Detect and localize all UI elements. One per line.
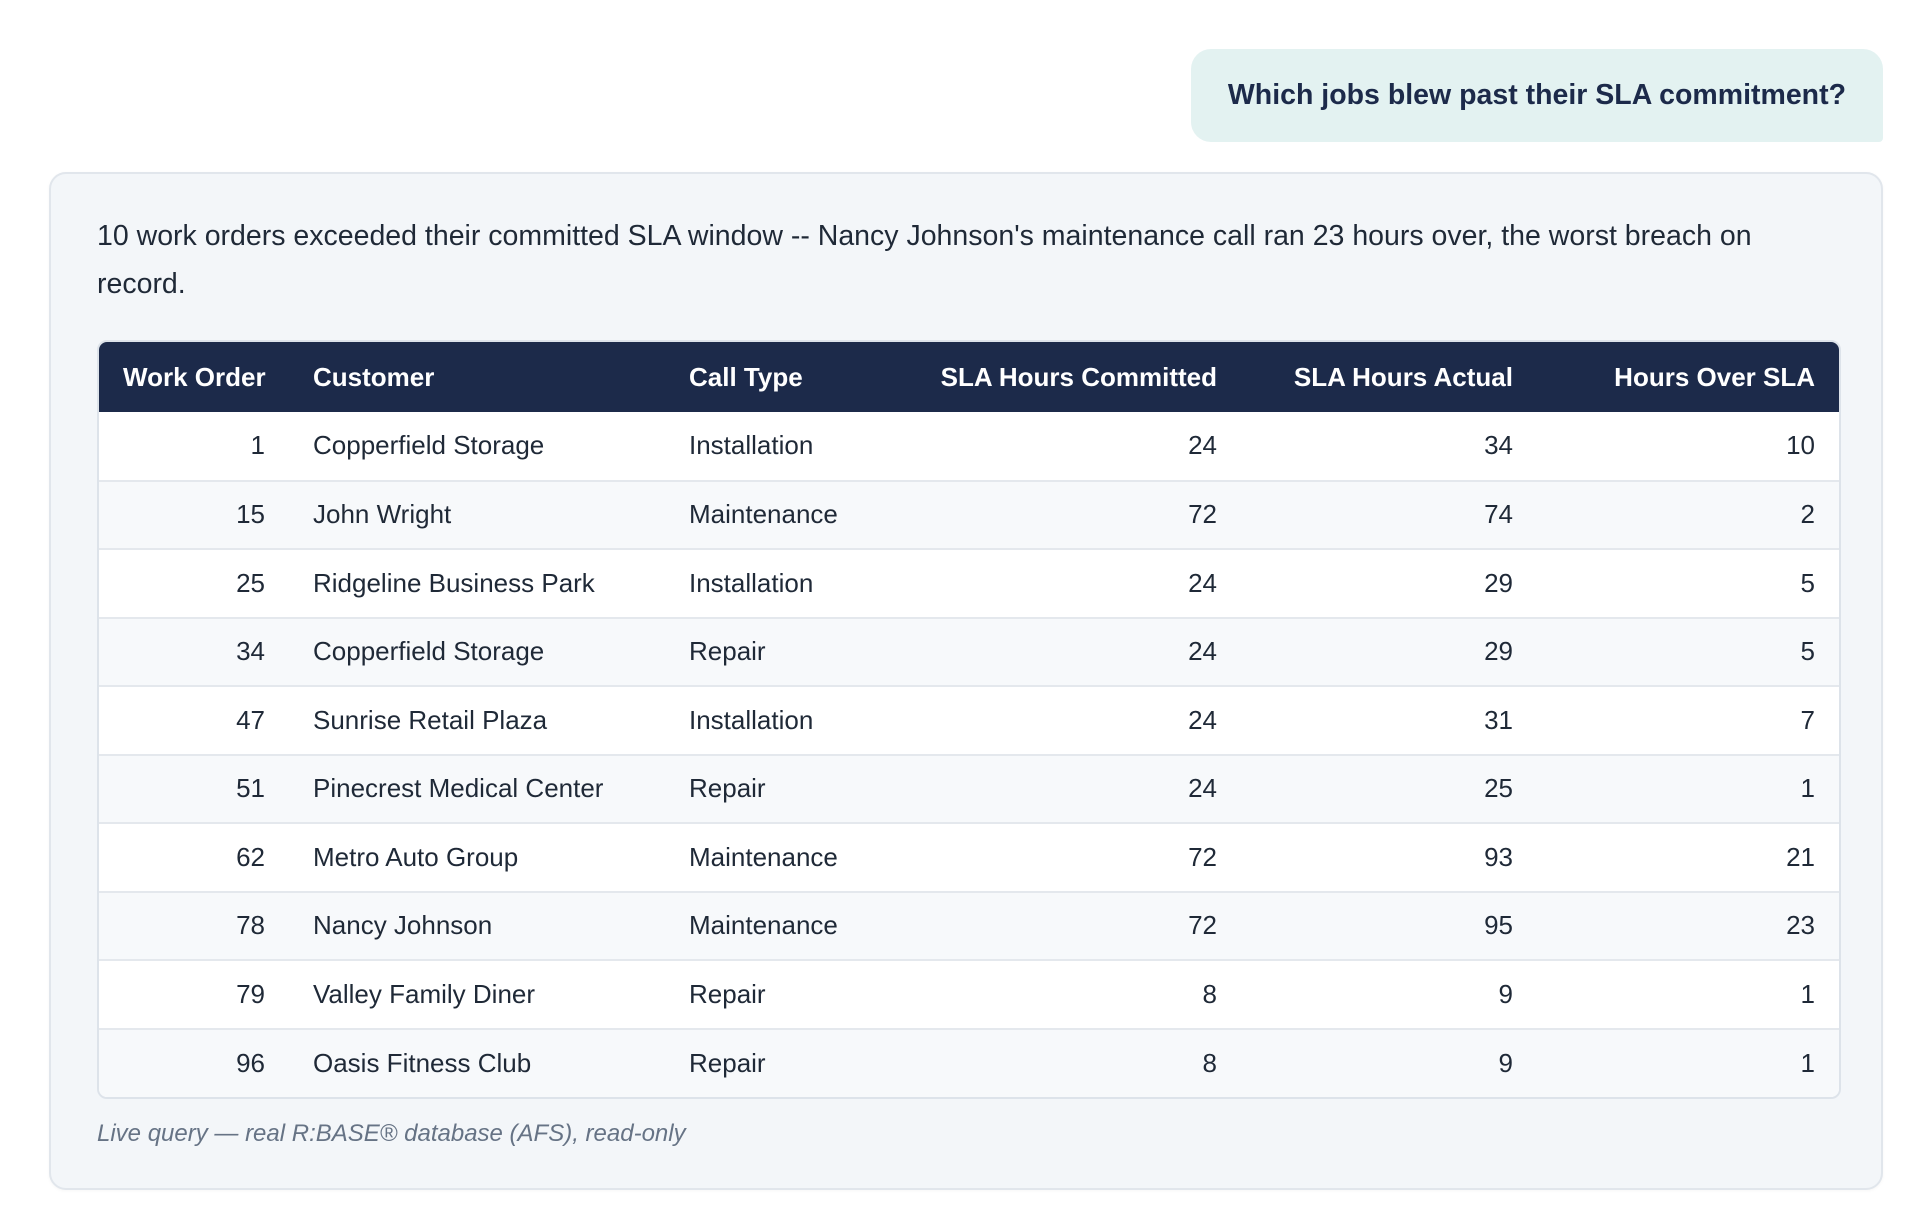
cell-sla-actual: 9 (1498, 1047, 1513, 1078)
cell-sla-committed: 72 (1188, 910, 1217, 941)
cell-hours-over: 1 (1800, 1047, 1815, 1078)
table-row: 34 Copperfield Storage Repair 24 29 5 (99, 617, 1839, 686)
data-source-footnote: Live query — real R:BASE® database (AFS)… (97, 1120, 686, 1147)
cell-hours-over: 7 (1800, 704, 1815, 735)
header-sla-hours-actual[interactable]: SLA Hours Actual (1241, 342, 1537, 412)
answer-summary: 10 work orders exceeded their committed … (97, 220, 1752, 300)
header-hours-over-sla[interactable]: Hours Over SLA (1537, 342, 1839, 412)
header-sla-hours-committed[interactable]: SLA Hours Committed (905, 342, 1241, 412)
cell-call-type: Maintenance (689, 910, 838, 941)
cell-sla-committed: 24 (1188, 567, 1217, 598)
results-table: Work Order Customer Call Type SLA Hours … (99, 342, 1839, 1097)
cell-hours-over: 1 (1800, 773, 1815, 804)
cell-work-order: 1 (250, 430, 265, 461)
cell-customer: John Wright (313, 499, 452, 530)
results-table-container: Work Order Customer Call Type SLA Hours … (97, 340, 1841, 1099)
cell-customer: Oasis Fitness Club (313, 1047, 532, 1078)
cell-sla-actual: 31 (1484, 704, 1513, 735)
cell-customer: Copperfield Storage (313, 430, 545, 461)
cell-customer: Pinecrest Medical Center (313, 773, 604, 804)
cell-customer: Copperfield Storage (313, 636, 545, 667)
chat-page: Which jobs blew past their SLA commitmen… (0, 0, 1920, 1232)
header-customer[interactable]: Customer (289, 342, 665, 412)
cell-sla-actual: 93 (1484, 841, 1513, 872)
cell-work-order: 78 (236, 910, 265, 941)
cell-work-order: 51 (236, 773, 265, 804)
table-row: 96 Oasis Fitness Club Repair 8 9 1 (99, 1028, 1839, 1097)
cell-work-order: 15 (236, 499, 265, 530)
cell-sla-actual: 95 (1484, 910, 1513, 941)
cell-sla-committed: 72 (1188, 841, 1217, 872)
table-row: 1 Copperfield Storage Installation 24 34… (99, 412, 1839, 481)
cell-sla-actual: 29 (1484, 567, 1513, 598)
cell-work-order: 79 (236, 978, 265, 1009)
header-work-order[interactable]: Work Order (99, 342, 289, 412)
table-row: 78 Nancy Johnson Maintenance 72 95 23 (99, 891, 1839, 960)
user-message-text: Which jobs blew past their SLA commitmen… (1227, 79, 1846, 111)
cell-call-type: Installation (689, 704, 814, 735)
cell-hours-over: 5 (1800, 567, 1815, 598)
table-header-row: Work Order Customer Call Type SLA Hours … (99, 342, 1839, 412)
cell-work-order: 34 (236, 636, 265, 667)
cell-customer: Sunrise Retail Plaza (313, 704, 548, 735)
cell-call-type: Installation (689, 567, 814, 598)
table-row: 25 Ridgeline Business Park Installation … (99, 549, 1839, 618)
table-row: 51 Pinecrest Medical Center Repair 24 25… (99, 754, 1839, 823)
header-call-type[interactable]: Call Type (665, 342, 905, 412)
table-row: 79 Valley Family Diner Repair 8 9 1 (99, 960, 1839, 1029)
cell-sla-actual: 9 (1498, 978, 1513, 1009)
cell-customer: Nancy Johnson (313, 910, 493, 941)
assistant-answer-card: 10 work orders exceeded their committed … (49, 172, 1883, 1190)
cell-call-type: Maintenance (689, 841, 838, 872)
cell-work-order: 62 (236, 841, 265, 872)
cell-sla-actual: 34 (1484, 430, 1513, 461)
cell-hours-over: 23 (1786, 910, 1815, 941)
user-message-bubble: Which jobs blew past their SLA commitmen… (1190, 49, 1883, 142)
cell-sla-committed: 72 (1188, 499, 1217, 530)
cell-call-type: Repair (689, 773, 766, 804)
cell-sla-actual: 29 (1484, 636, 1513, 667)
cell-call-type: Maintenance (689, 499, 838, 530)
cell-sla-committed: 24 (1188, 704, 1217, 735)
cell-sla-committed: 8 (1202, 1047, 1217, 1078)
cell-work-order: 96 (236, 1047, 265, 1078)
cell-sla-committed: 24 (1188, 773, 1217, 804)
cell-hours-over: 10 (1786, 430, 1815, 461)
table-row: 62 Metro Auto Group Maintenance 72 93 21 (99, 823, 1839, 892)
cell-hours-over: 1 (1800, 978, 1815, 1009)
cell-customer: Valley Family Diner (313, 978, 536, 1009)
cell-sla-committed: 8 (1202, 978, 1217, 1009)
cell-sla-committed: 24 (1188, 430, 1217, 461)
table-row: 15 John Wright Maintenance 72 74 2 (99, 480, 1839, 549)
cell-work-order: 25 (236, 567, 265, 598)
cell-hours-over: 21 (1786, 841, 1815, 872)
cell-work-order: 47 (236, 704, 265, 735)
cell-sla-committed: 24 (1188, 636, 1217, 667)
table-row: 47 Sunrise Retail Plaza Installation 24 … (99, 686, 1839, 755)
cell-hours-over: 2 (1800, 499, 1815, 530)
cell-call-type: Installation (689, 430, 814, 461)
cell-customer: Ridgeline Business Park (313, 567, 595, 598)
cell-sla-actual: 25 (1484, 773, 1513, 804)
cell-call-type: Repair (689, 1047, 766, 1078)
cell-call-type: Repair (689, 978, 766, 1009)
cell-customer: Metro Auto Group (313, 841, 519, 872)
cell-call-type: Repair (689, 636, 766, 667)
cell-hours-over: 5 (1800, 636, 1815, 667)
cell-sla-actual: 74 (1484, 499, 1513, 530)
